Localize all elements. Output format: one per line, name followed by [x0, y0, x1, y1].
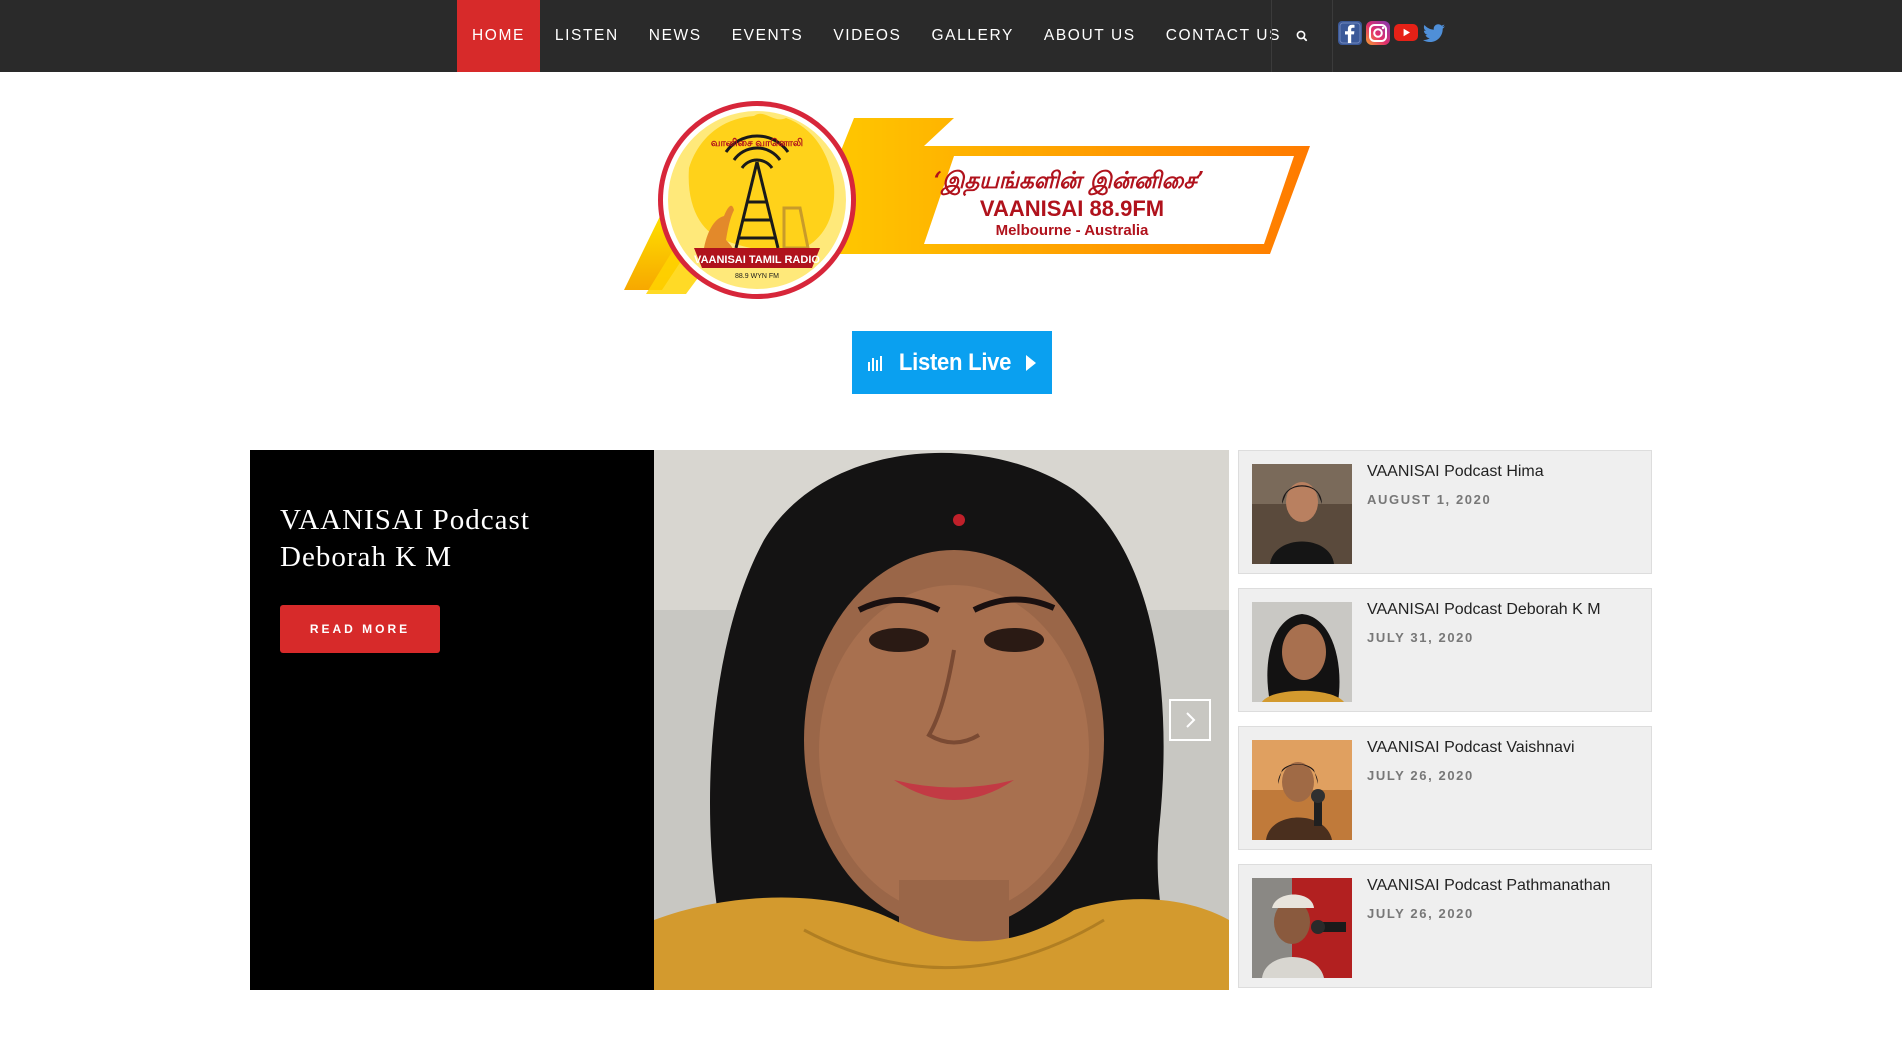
featured-photo-portrait: [654, 450, 1229, 990]
podcast-title[interactable]: VAANISAI Podcast Hima: [1367, 463, 1647, 481]
nav-divider: [1332, 0, 1333, 72]
nav-item-listen[interactable]: LISTEN: [540, 0, 634, 72]
podcast-thumbnail[interactable]: [1252, 878, 1352, 978]
list-item[interactable]: VAANISAI Podcast Pathmanathan JULY 26, 2…: [1238, 864, 1652, 988]
featured-slider: VAANISAI Podcast Deborah K M READ MORE: [250, 450, 1229, 990]
search-button[interactable]: [1272, 20, 1332, 52]
social-links: [1338, 21, 1446, 45]
listen-live-button[interactable]: Listen Live: [852, 331, 1052, 394]
nav-item-gallery[interactable]: GALLERY: [916, 0, 1028, 72]
podcast-title[interactable]: VAANISAI Podcast Vaishnavi: [1367, 739, 1647, 757]
podcast-title[interactable]: VAANISAI Podcast Pathmanathan: [1367, 877, 1647, 895]
list-item[interactable]: VAANISAI Podcast Deborah K M JULY 31, 20…: [1238, 588, 1652, 712]
featured-caption-panel: VAANISAI Podcast Deborah K M READ MORE: [250, 450, 654, 990]
featured-image[interactable]: [654, 450, 1229, 990]
logo-location: Melbourne - Australia: [996, 222, 1149, 239]
slider-next-button[interactable]: [1169, 699, 1211, 741]
facebook-icon[interactable]: [1338, 21, 1362, 45]
featured-title[interactable]: VAANISAI Podcast Deborah K M: [280, 502, 640, 576]
logo-station-name: VAANISAI 88.9FM: [980, 196, 1164, 221]
list-item[interactable]: VAANISAI Podcast Hima AUGUST 1, 2020: [1238, 450, 1652, 574]
instagram-icon[interactable]: [1366, 21, 1390, 45]
listen-live-label: Listen Live: [898, 348, 1012, 376]
nav-item-about-us[interactable]: ABOUT US: [1029, 0, 1151, 72]
podcast-date: JULY 26, 2020: [1367, 906, 1474, 921]
podcast-date: JULY 31, 2020: [1367, 630, 1474, 645]
nav-item-events[interactable]: EVENTS: [717, 0, 819, 72]
read-more-button[interactable]: READ MORE: [280, 605, 440, 653]
podcast-thumbnail[interactable]: [1252, 464, 1352, 564]
podcast-date: AUGUST 1, 2020: [1367, 492, 1492, 507]
podcast-thumbnail[interactable]: [1252, 602, 1352, 702]
search-icon: [1296, 30, 1308, 42]
play-icon: [1026, 354, 1037, 371]
nav-item-news[interactable]: NEWS: [634, 0, 717, 72]
podcast-title[interactable]: VAANISAI Podcast Deborah K M: [1367, 601, 1647, 619]
podcast-thumbnail[interactable]: [1252, 740, 1352, 840]
nav-item-home[interactable]: HOME: [457, 0, 540, 72]
equalizer-icon: [867, 355, 882, 371]
list-item[interactable]: VAANISAI Podcast Vaishnavi JULY 26, 2020: [1238, 726, 1652, 850]
nav-item-videos[interactable]: VIDEOS: [818, 0, 916, 72]
twitter-icon[interactable]: [1422, 21, 1446, 45]
logo-badge-subtext: 88.9 WYN FM: [735, 273, 779, 280]
station-logo[interactable]: VAANISAI TAMIL RADIO 88.9 WYN FM வானிசை …: [624, 98, 1314, 304]
youtube-icon[interactable]: [1394, 21, 1418, 45]
top-navigation-bar: HOME LISTEN NEWS EVENTS VIDEOS GALLERY A…: [0, 0, 1902, 72]
logo-ring-text: வானிசை வானொலி: [711, 137, 803, 149]
logo-badge-text: VAANISAI TAMIL RADIO: [694, 254, 820, 266]
logo-tagline: ‘இதயங்களின் இன்னிசை’: [934, 167, 1204, 197]
main-menu: HOME LISTEN NEWS EVENTS VIDEOS GALLERY A…: [457, 0, 1296, 72]
podcast-date: JULY 26, 2020: [1367, 768, 1474, 783]
podcast-list: VAANISAI Podcast Hima AUGUST 1, 2020 VAA…: [1238, 450, 1654, 1002]
chevron-right-icon: [1186, 712, 1196, 728]
